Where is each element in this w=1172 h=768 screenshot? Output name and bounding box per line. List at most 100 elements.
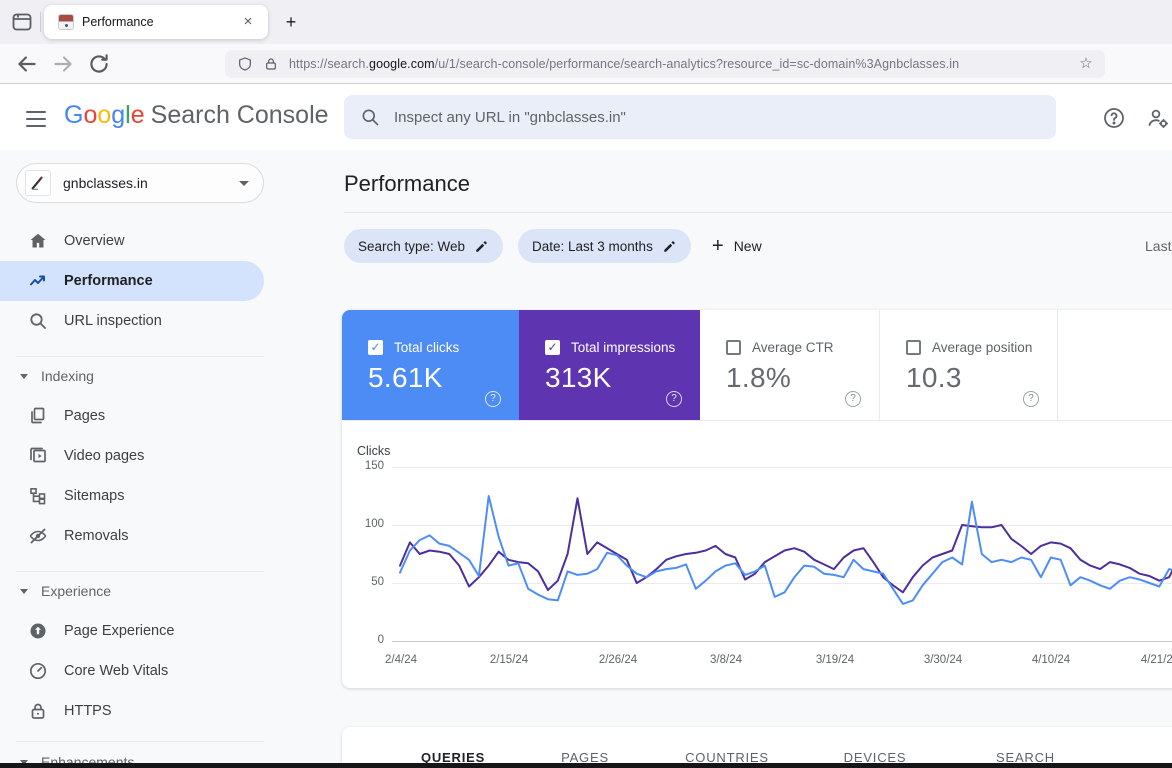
last-updated-text: Last bbox=[1145, 238, 1171, 254]
sidebar-item-label: HTTPS bbox=[64, 703, 112, 719]
metric-label: Total impressions bbox=[571, 340, 675, 355]
gridline-zero bbox=[392, 641, 1172, 642]
bottom-edge-strip bbox=[0, 763, 1172, 768]
clicks-chart-svg[interactable] bbox=[400, 467, 1172, 641]
eye-off-icon bbox=[28, 526, 48, 546]
help-circle-icon[interactable] bbox=[485, 391, 501, 407]
y-tick-label: 0 bbox=[350, 634, 384, 646]
logo-letter: g bbox=[111, 101, 125, 129]
chart-line-total-impressions bbox=[400, 498, 1172, 592]
sidebar-item-performance[interactable]: Performance bbox=[0, 261, 264, 301]
chip-label: Search type: Web bbox=[358, 239, 465, 254]
checkbox-unchecked-icon[interactable] bbox=[726, 340, 741, 355]
lock-icon[interactable] bbox=[263, 56, 279, 72]
trending-up-icon bbox=[28, 271, 48, 291]
logo-letter: o bbox=[97, 101, 111, 129]
new-filter-button[interactable]: New bbox=[712, 229, 762, 263]
sidebar-item-sitemaps[interactable]: Sitemaps bbox=[0, 476, 264, 516]
checkbox-unchecked-icon[interactable] bbox=[906, 340, 921, 355]
title-divider bbox=[344, 212, 1172, 213]
product-name: Search Console bbox=[151, 101, 329, 129]
y-tick-label: 100 bbox=[350, 518, 384, 530]
sidebar-item-video-pages[interactable]: Video pages bbox=[0, 436, 264, 476]
x-tick-label: 2/4/24 bbox=[385, 654, 417, 666]
account-settings-icon[interactable] bbox=[1146, 106, 1170, 130]
url-bar[interactable]: https://search.google.com/u/1/search-con… bbox=[225, 50, 1105, 78]
sidebar: gnbclasses.in Overview Performance URL i… bbox=[0, 150, 280, 768]
url-inspect-input[interactable] bbox=[394, 109, 1040, 126]
sidebar-item-removals[interactable]: Removals bbox=[0, 516, 264, 556]
sidebar-item-pages[interactable]: Pages bbox=[0, 396, 264, 436]
firefox-view-icon[interactable] bbox=[10, 10, 34, 34]
tab-favicon bbox=[58, 14, 74, 30]
section-indexing[interactable]: Indexing bbox=[20, 366, 264, 386]
browser-tab-performance[interactable]: Performance bbox=[44, 5, 268, 39]
sidebar-item-label: Overview bbox=[64, 233, 124, 249]
filter-chip-search-type[interactable]: Search type: Web bbox=[344, 229, 503, 263]
padlock-icon bbox=[28, 701, 48, 721]
help-circle-icon[interactable] bbox=[1023, 391, 1039, 407]
gsc-header: GoogleSearch Console bbox=[0, 84, 1172, 150]
y-tick-label: 50 bbox=[350, 576, 384, 588]
sidebar-item-https[interactable]: HTTPS bbox=[0, 691, 264, 731]
metric-card-total-clicks[interactable]: Total clicks 5.61K bbox=[342, 310, 519, 420]
sidebar-item-page-experience[interactable]: Page Experience bbox=[0, 611, 264, 651]
forward-button[interactable] bbox=[50, 51, 76, 77]
home-icon bbox=[28, 231, 48, 251]
metric-label: Average CTR bbox=[752, 340, 834, 355]
new-filter-label: New bbox=[734, 238, 762, 254]
help-circle-icon[interactable] bbox=[845, 391, 861, 407]
new-tab-button[interactable] bbox=[278, 10, 304, 36]
tab-close-icon[interactable] bbox=[238, 12, 258, 32]
logo-letter: o bbox=[83, 101, 97, 129]
x-tick-label: 2/26/24 bbox=[599, 654, 637, 666]
url-domain: google.com bbox=[369, 57, 435, 71]
x-tick-label: 3/8/24 bbox=[710, 654, 742, 666]
gsc-logo[interactable]: GoogleSearch Console bbox=[64, 101, 329, 130]
y-tick-label: 150 bbox=[350, 460, 384, 472]
shield-icon[interactable] bbox=[237, 56, 253, 72]
filter-chip-date[interactable]: Date: Last 3 months bbox=[518, 229, 691, 263]
page-experience-icon bbox=[28, 621, 48, 641]
metric-value: 313K bbox=[545, 362, 612, 394]
property-selector[interactable]: gnbclasses.in bbox=[16, 163, 264, 203]
screen: Performance https://search.google.com/u/… bbox=[0, 0, 1172, 768]
metric-card-total-impressions[interactable]: Total impressions 313K bbox=[519, 310, 700, 420]
edit-pencil-icon bbox=[474, 239, 489, 254]
reload-button[interactable] bbox=[86, 51, 112, 77]
metric-card-average-position[interactable]: Average position 10.3 bbox=[879, 310, 1058, 420]
url-inspect-searchbox[interactable] bbox=[344, 95, 1056, 139]
sidebar-item-label: Pages bbox=[64, 408, 105, 424]
x-tick-label: 3/30/24 bbox=[924, 654, 962, 666]
property-name: gnbclasses.in bbox=[63, 175, 239, 191]
tiles-divider bbox=[342, 420, 1172, 421]
performance-card: Total clicks 5.61K Total impressions 313… bbox=[342, 310, 1172, 688]
help-circle-icon[interactable] bbox=[666, 391, 682, 407]
checkbox-checked-icon[interactable] bbox=[545, 340, 560, 355]
sidebar-item-url-inspection[interactable]: URL inspection bbox=[0, 301, 264, 341]
plus-icon bbox=[712, 236, 724, 256]
logo-letter: e bbox=[131, 101, 145, 129]
sidebar-item-overview[interactable]: Overview bbox=[0, 221, 264, 261]
section-title: Indexing bbox=[41, 368, 94, 384]
browser-navbar: https://search.google.com/u/1/search-con… bbox=[0, 44, 1172, 84]
back-button[interactable] bbox=[14, 51, 40, 77]
x-tick-label: 3/19/24 bbox=[816, 654, 854, 666]
bookmark-star-icon[interactable] bbox=[1077, 55, 1095, 73]
sidebar-item-label: Removals bbox=[64, 528, 128, 544]
collapse-caret-icon bbox=[20, 589, 28, 594]
hamburger-menu-icon[interactable] bbox=[24, 106, 48, 130]
chart-axis-title: Clicks bbox=[357, 444, 390, 458]
url-prefix: https://search. bbox=[289, 57, 369, 71]
sidebar-divider bbox=[16, 356, 264, 357]
checkbox-checked-icon[interactable] bbox=[368, 340, 383, 355]
help-icon[interactable] bbox=[1102, 106, 1126, 130]
sidebar-item-label: Video pages bbox=[64, 448, 144, 464]
metric-label: Average position bbox=[932, 340, 1032, 355]
section-experience[interactable]: Experience bbox=[20, 581, 264, 601]
metric-card-average-ctr[interactable]: Average CTR 1.8% bbox=[700, 310, 879, 420]
sidebar-divider bbox=[16, 571, 264, 572]
url-text: https://search.google.com/u/1/search-con… bbox=[289, 57, 1077, 71]
metric-value: 10.3 bbox=[906, 362, 962, 394]
sidebar-item-core-web-vitals[interactable]: Core Web Vitals bbox=[0, 651, 264, 691]
